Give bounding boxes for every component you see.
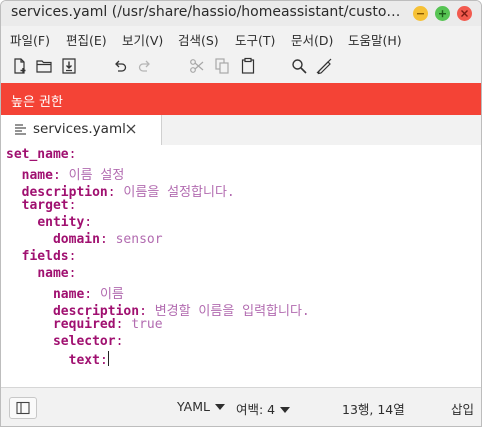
undo-icon[interactable] — [111, 57, 129, 75]
new-document-icon[interactable] — [11, 57, 29, 75]
elevated-privileges-banner: 높은 권한 — [1, 83, 481, 115]
menu-edit[interactable]: 편집(E) — [66, 30, 107, 49]
tab-close-icon[interactable] — [125, 123, 137, 135]
code-line: name: — [37, 266, 77, 281]
status-bar: YAML 여백: 4 13행, 14열 삽입 — [1, 387, 481, 426]
code-line: target: — [21, 198, 77, 213]
title-bar[interactable]: services.yaml (/usr/share/hassio/homeass… — [1, 1, 481, 26]
code-line: description: 변경할 이름을 입력합니다. — [52, 304, 310, 319]
paste-icon[interactable] — [239, 57, 257, 75]
tab-label: services.yaml — [33, 121, 126, 137]
save-icon[interactable] — [60, 57, 78, 75]
maximize-icon — [439, 10, 446, 18]
code-line: entity: — [37, 215, 93, 230]
menu-search[interactable]: 검색(S) — [178, 30, 219, 49]
banner-text: 높은 권한 — [11, 95, 63, 110]
code-line: set_name: — [6, 147, 77, 162]
close-button[interactable] — [457, 6, 472, 21]
menu-bar: 파일(F) 편집(E) 보기(V) 검색(S) 도구(T) 문서(D) 도움말(… — [1, 26, 481, 50]
editor-window: services.yaml (/usr/share/hassio/homeass… — [0, 0, 482, 427]
menu-view[interactable]: 보기(V) — [122, 30, 163, 49]
minimize-button[interactable] — [413, 6, 428, 21]
spellcheck-icon[interactable] — [315, 57, 333, 75]
redo-icon[interactable] — [136, 57, 154, 75]
tab-services-yaml[interactable]: services.yaml — [1, 115, 162, 145]
code-line: required: true — [52, 317, 163, 332]
menu-file[interactable]: 파일(F) — [10, 30, 50, 49]
text-cursor — [107, 351, 109, 366]
toolbar — [1, 50, 481, 84]
insert-mode: 삽입 — [451, 402, 475, 417]
tab-bar: services.yaml — [1, 115, 481, 146]
code-line: selector: — [52, 334, 124, 349]
close-icon — [461, 10, 468, 17]
code-line: name: 이름 설정 — [21, 168, 125, 183]
cut-icon[interactable] — [188, 57, 206, 75]
code-line: description: 이름을 설정합니다. — [21, 185, 235, 200]
open-folder-icon[interactable] — [35, 57, 53, 75]
menu-tools[interactable]: 도구(T) — [235, 30, 275, 49]
chevron-down-icon — [214, 404, 225, 410]
tab-width-selector[interactable]: 여백: 4 — [236, 399, 291, 418]
code-line: text: — [68, 351, 109, 368]
maximize-button[interactable] — [435, 6, 450, 21]
code-editor[interactable]: set_name: name: 이름 설정 description: 이름을 설… — [1, 145, 481, 388]
code-line: fields: — [21, 249, 77, 264]
text-file-icon — [15, 124, 26, 135]
side-panel-icon — [16, 401, 30, 415]
chevron-down-icon — [280, 407, 291, 413]
code-line: domain: sensor — [52, 232, 163, 247]
menu-help[interactable]: 도움말(H) — [348, 30, 402, 49]
code-line: name: 이름 — [52, 287, 124, 302]
copy-icon[interactable] — [213, 57, 231, 75]
window-title: services.yaml (/usr/share/hassio/homeass… — [11, 4, 407, 20]
cursor-position: 13행, 14열 — [342, 402, 405, 417]
language-selector[interactable]: YAML — [177, 399, 225, 414]
side-panel-toggle[interactable] — [9, 397, 37, 419]
menu-document[interactable]: 문서(D) — [291, 30, 333, 49]
search-icon[interactable] — [290, 57, 308, 75]
minimize-icon — [417, 13, 424, 15]
